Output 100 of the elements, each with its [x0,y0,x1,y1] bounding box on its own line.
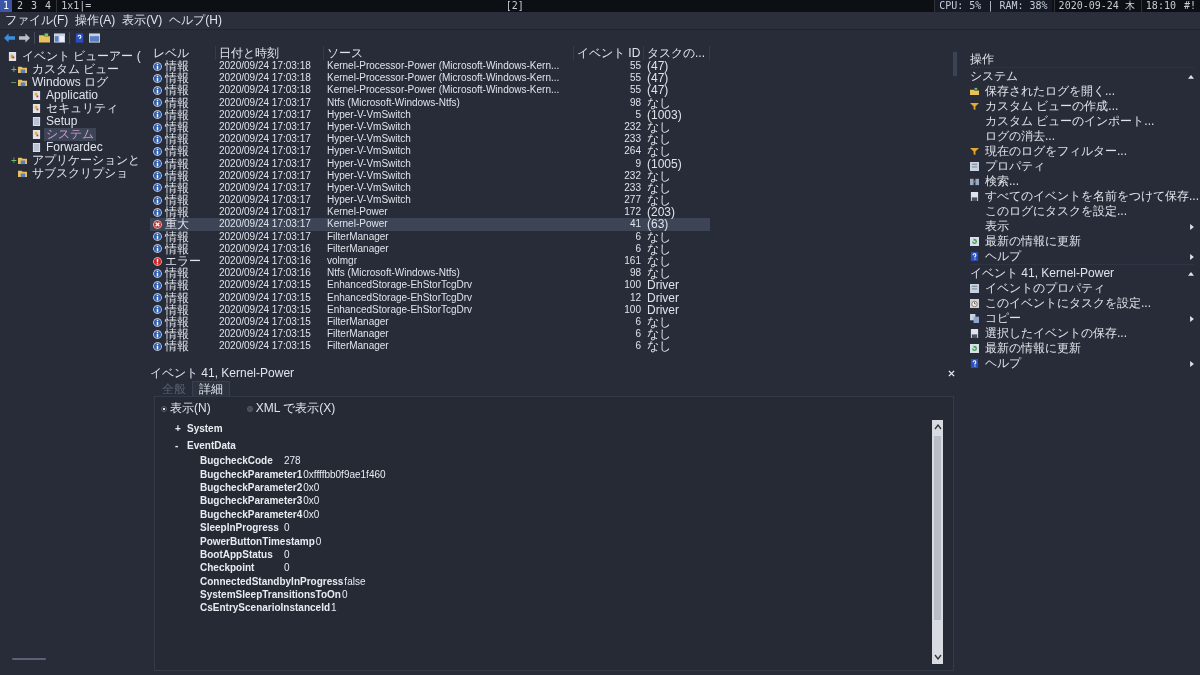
event-row[interactable]: 情報 2020/09/24 17:03:17 Hyper-V-VmSwitch 9 (1005) [150,157,710,170]
forward-arrow-icon[interactable] [19,33,30,43]
event-row[interactable]: 情報 2020/09/24 17:03:16 Ntfs (Microsoft-Windows-Ntfs) 98 なし [150,267,710,280]
panel-icon[interactable] [89,33,100,43]
event-row[interactable]: 情報 2020/09/24 17:03:15 FilterManager 6 なし [150,340,710,353]
tree-item[interactable]: サブスクリプショ [30,167,130,180]
table-cell-text: なし [646,267,671,280]
event-row[interactable]: 情報 2020/09/24 17:03:15 FilterManager 6 なし [150,315,710,329]
action-link[interactable]: ログの消去... [985,128,1055,145]
radio-option[interactable]: XML で表示(X) [246,400,336,417]
action-link[interactable]: コピー [985,310,1021,327]
filter-icon [970,102,979,111]
workspace-tab[interactable]: 4 [42,0,55,12]
event-row[interactable]: 情報 2020/09/24 17:03:17 Kernel-Power 172 (203) [150,206,710,219]
action-link[interactable]: プロパティ [985,158,1045,175]
action-link[interactable]: 最新の情報に更新 [985,340,1081,357]
event-row[interactable]: 情報 2020/09/24 17:03:17 Hyper-V-VmSwitch 264 なし [150,145,710,158]
event-row[interactable]: 情報 2020/09/24 17:03:15 FilterManager 6 なし [150,328,710,341]
column-header[interactable]: レベル [150,46,216,60]
event-row[interactable]: 情報 2020/09/24 17:03:15 EnhancedStorage-EhStorTcgDrv 100 Driver [150,303,710,316]
tree-item[interactable]: カスタム ビュー [30,63,122,76]
action-link[interactable]: このイベントにタスクを設定... [985,295,1151,312]
tree-item[interactable]: システム [44,128,96,141]
help-icon[interactable] [74,33,85,43]
table-cell-text: 2020/09/24 17:03:15 [218,328,312,341]
collapse-icon[interactable] [1188,73,1194,79]
expand-toggle[interactable]: - [175,440,181,451]
table-cell-text: 2020/09/24 17:03:17 [218,96,312,109]
event-row[interactable]: 情報 2020/09/24 17:03:16 FilterManager 6 なし [150,242,710,255]
event-row[interactable]: 情報 2020/09/24 17:03:17 Hyper-V-VmSwitch 233 なし [150,133,710,146]
close-icon[interactable] [948,370,955,377]
action-link[interactable]: 最新の情報に更新 [985,233,1081,250]
action-link[interactable]: カスタム ビューの作成... [985,98,1119,115]
column-header[interactable]: タスクの... [644,46,710,60]
event-row[interactable]: 情報 2020/09/24 17:03:17 Hyper-V-VmSwitch 233 なし [150,181,710,195]
table-cell: 情報 [165,194,189,207]
table-cell-text: なし [646,255,672,268]
scroll-down-icon[interactable] [933,654,942,660]
event-row[interactable]: 情報 2020/09/24 17:03:17 Ntfs (Microsoft-Windows-Ntfs) 98 なし [150,96,710,109]
tree-item[interactable]: Forwardec [44,141,105,154]
action-link[interactable]: カスタム ビューのインポート... [985,113,1155,130]
action-link[interactable]: ヘルプ [985,248,1021,265]
radio-option[interactable]: 表示(N) [161,400,211,417]
menu-item[interactable]: ヘルプ(H) [168,12,227,29]
expand-toggle[interactable]: − [11,77,17,88]
table-cell-text: 6 [634,340,642,353]
menu-item[interactable]: ファイル(F) [4,12,74,29]
table-cell-text: FilterManager [326,242,390,255]
event-row[interactable]: 重大 2020/09/24 17:03:17 Kernel-Power 41 (63) [150,218,710,231]
log-icon [32,104,41,113]
event-row[interactable]: 情報 2020/09/24 17:03:17 FilterManager 6 なし [150,230,710,243]
action-link[interactable]: すべてのイベントを名前をつけて保存... [985,188,1199,205]
menu-item[interactable]: 操作(A) [74,12,121,29]
event-row[interactable]: 情報 2020/09/24 17:03:15 EnhancedStorage-EhStorTcgDrv 100 Driver [150,279,710,292]
event-row[interactable]: 情報 2020/09/24 17:03:18 Kernel-Processor-Power (Microsoft-Windows-Kern... 55 (47) [150,84,710,97]
table-cell-text: 12 [628,291,642,304]
collapse-icon[interactable] [1188,270,1194,276]
column-header[interactable]: イベント ID [574,46,644,60]
info-icon [153,195,162,205]
back-arrow-icon[interactable] [4,33,15,43]
expand-toggle[interactable]: + [11,64,17,75]
workspace-tab[interactable]: 1 [0,0,13,12]
tree-item[interactable]: Applicatio [44,89,101,102]
action-link[interactable]: 検索... [985,173,1019,190]
section-header[interactable]: イベント 41, Kernel-Power [970,264,1194,281]
event-row[interactable]: 情報 2020/09/24 17:03:17 Hyper-V-VmSwitch 5 (1003) [150,108,710,121]
action-link[interactable]: 保存されたログを開く... [985,83,1115,100]
section-header[interactable]: システム [970,67,1194,84]
table-cell-text: 2020/09/24 17:03:15 [218,315,312,329]
event-row[interactable]: エラー 2020/09/24 17:03:16 volmgr 161 なし [150,255,710,268]
workspace-tab[interactable]: 2 [14,0,27,12]
table-cell-text: Hyper-V-VmSwitch [326,108,412,121]
workspace-tab[interactable]: 3 [28,0,41,12]
vertical-scrollbar[interactable] [932,420,943,664]
folder-icon[interactable] [39,33,50,43]
menu-item[interactable]: 表示(V) [121,12,168,29]
expand-toggle[interactable]: + [175,423,181,434]
action-link[interactable]: このログにタスクを設定... [985,203,1127,220]
panel-icon[interactable] [54,33,65,43]
tree-item[interactable]: アプリケーションと [30,154,142,167]
tree-item[interactable]: セキュリティ [44,102,120,115]
event-row[interactable]: 情報 2020/09/24 17:03:17 Hyper-V-VmSwitch 277 なし [150,194,710,207]
expand-toggle[interactable]: + [11,155,17,166]
scroll-up-icon[interactable] [933,424,942,430]
tree-item[interactable]: Setup [44,115,80,128]
column-header[interactable]: ソース [324,46,574,60]
event-row[interactable]: 情報 2020/09/24 17:03:18 Kernel-Processor-Power (Microsoft-Windows-Kern... 55 (47) [150,60,710,73]
action-link[interactable]: ヘルプ [985,355,1021,372]
event-row[interactable]: 情報 2020/09/24 17:03:18 Kernel-Processor-Power (Microsoft-Windows-Kern... 55 (47) [150,72,710,85]
tab[interactable]: 詳細 [192,381,230,396]
table-cell-text: Hyper-V-VmSwitch [326,157,412,170]
action-link[interactable]: 現在のログをフィルター... [985,143,1127,160]
action-link[interactable]: 選択したイベントの保存... [985,325,1127,342]
info-icon [153,183,162,193]
column-header[interactable]: 日付と時刻 [216,46,324,60]
tree-item[interactable]: Windows ログ [30,76,110,89]
tree-item[interactable]: イベント ビューアー ( [20,50,143,63]
action-link[interactable]: イベントのプロパティ [985,280,1105,297]
action-link[interactable]: 表示 [985,218,1009,235]
event-row[interactable]: 情報 2020/09/24 17:03:15 EnhancedStorage-EhStorTcgDrv 12 Driver [150,291,710,304]
